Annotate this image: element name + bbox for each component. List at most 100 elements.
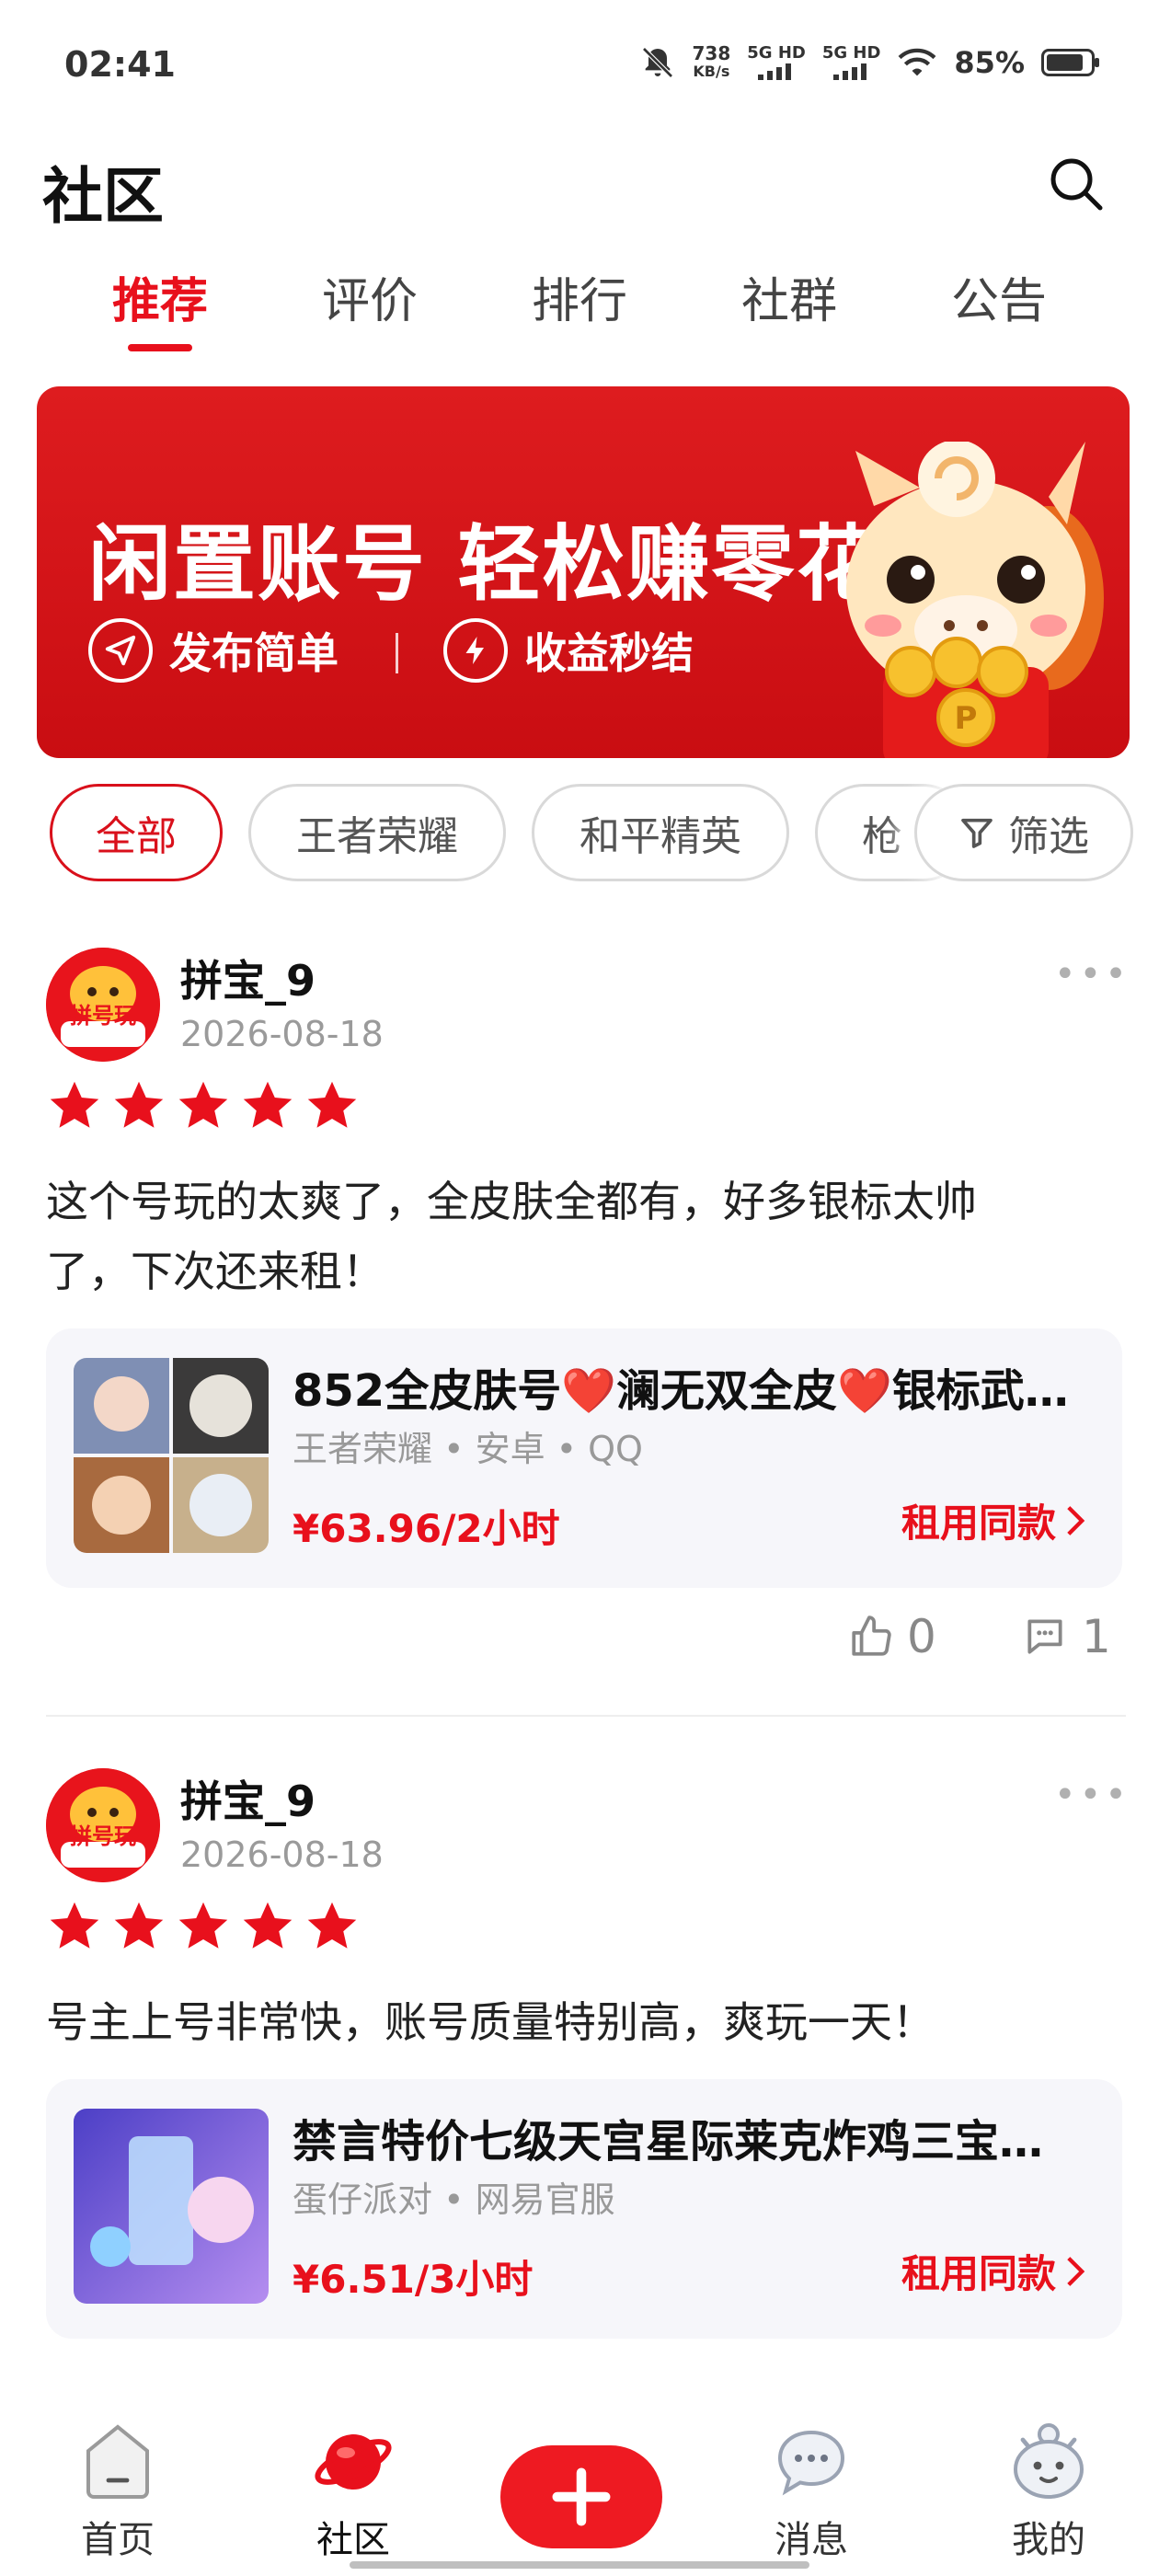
signal-2: 5G HD [821, 43, 881, 80]
star-icon [307, 1081, 357, 1128]
post-text: 号主上号非常快，账号质量特别高，爽玩一天！ [46, 1997, 935, 2047]
chat-bubble-icon [777, 2430, 845, 2496]
product-title: 禁言特价七级天宫星际莱克炸鸡三宝… [293, 2116, 1044, 2168]
product-card[interactable]: 852全皮肤号❤️澜无双全皮❤️银标武… 王者荣耀 • 安卓 • QQ ¥63.… [46, 1328, 1122, 1588]
username[interactable]: 拼宝_9 [180, 1768, 316, 1829]
like-button[interactable]: 0 [848, 1610, 936, 1663]
filter-button[interactable]: 筛选 [914, 784, 1133, 881]
nav-community-label: 社区 [316, 2519, 390, 2561]
post-text: 这个号玩的太爽了，全皮肤全都有，好多银标太帅了，下次还来租！ [46, 1177, 977, 1296]
filter-label: 筛选 [1008, 813, 1089, 860]
signal-1: 5G HD [747, 45, 806, 80]
star-icon [178, 1902, 228, 1949]
wifi-icon [898, 48, 936, 76]
status-indicators: 738 KB/s 5G HD 5G HD 85% [639, 43, 1099, 81]
battery-fill [1047, 54, 1084, 71]
banner-feature-earnings: 收益秒结 [443, 618, 694, 683]
bottom-nav: 首页 社区 消息 我的 [0, 2392, 1159, 2576]
battery-icon [1041, 49, 1099, 76]
chip-all[interactable]: 全部 [50, 784, 223, 881]
network-type-2: 5G HD [821, 43, 881, 63]
product-price: ¥63.96/2小时 [293, 1506, 560, 1551]
battery-percent: 85% [954, 45, 1025, 80]
product-thumbnail [74, 1358, 269, 1553]
banner-separator [396, 633, 398, 673]
comment-count: 1 [1082, 1610, 1111, 1663]
post-date: 2026-08-18 [180, 1014, 384, 1054]
plus-icon [552, 2467, 611, 2526]
tab-groups[interactable]: 社群 [706, 262, 872, 359]
nav-profile[interactable]: 我的 [966, 2421, 1131, 2563]
banner-headline: 闲置账号 轻松赚零花 [88, 516, 881, 613]
filter-icon [961, 818, 993, 848]
signal-bars-icon [832, 63, 866, 80]
lightning-icon [443, 618, 508, 683]
chevron-right-icon [1067, 1505, 1085, 1535]
rent-same-button[interactable]: 租用同款 [901, 1492, 1085, 1548]
mascot-face-icon [1014, 2423, 1084, 2499]
product-card[interactable]: 禁言特价七级天宫星际莱克炸鸡三宝… 蛋仔派对 • 网易官服 ¥6.51/3小时 … [46, 2079, 1122, 2339]
tab-announcements[interactable]: 公告 [916, 262, 1082, 359]
nav-home[interactable]: 首页 [35, 2421, 201, 2563]
comment-icon [1027, 1619, 1062, 1654]
top-tabs: 推荐 评价 排行 社群 公告 [0, 262, 1159, 359]
product-title: 852全皮肤号❤️澜无双全皮❤️银标武… [293, 1365, 1069, 1417]
banner-feature-publish: 发布简单 [88, 618, 339, 683]
search-icon[interactable] [1047, 155, 1106, 213]
product-thumbnail [74, 2109, 269, 2304]
like-count: 0 [907, 1610, 936, 1663]
home-indicator [350, 2561, 809, 2569]
banner-feature-1-label: 发布简单 [169, 628, 339, 678]
promo-banner[interactable]: 闲置账号 轻松赚零花 发布简单 收益秒结 P [37, 386, 1130, 758]
nav-home-label: 首页 [81, 2519, 155, 2561]
chip-peace-elite[interactable]: 和平精英 [532, 784, 789, 881]
mute-bell-icon [641, 47, 673, 78]
star-icon [114, 1081, 164, 1128]
chip-honor-of-kings[interactable]: 王者荣耀 [248, 784, 506, 881]
rating-stars [46, 1899, 361, 1954]
star-icon [114, 1902, 164, 1949]
nav-profile-label: 我的 [1012, 2519, 1085, 2561]
comment-button[interactable]: 1 [1021, 1610, 1111, 1663]
nav-messages-label: 消息 [775, 2519, 848, 2561]
home-icon [86, 2424, 149, 2499]
tab-reviews[interactable]: 评价 [287, 262, 453, 359]
more-options-icon[interactable]: ••• [1054, 1774, 1130, 1816]
speed-value: 738 [692, 42, 731, 64]
username[interactable]: 拼宝_9 [180, 948, 316, 1008]
speed-unit: KB/s [693, 63, 730, 80]
star-icon [50, 1902, 99, 1949]
rent-same-button[interactable]: 租用同款 [901, 2243, 1085, 2299]
signal-bars-icon [758, 63, 792, 80]
more-options-icon[interactable]: ••• [1054, 953, 1130, 995]
star-icon [178, 1081, 228, 1128]
avatar-text: 拼号玩 [70, 1823, 136, 1849]
banner-feature-2-label: 收益秒结 [524, 628, 694, 678]
status-time: 02:41 [64, 44, 176, 85]
chevron-right-icon [1067, 2256, 1085, 2286]
publish-button[interactable] [500, 2445, 662, 2548]
planet-icon [315, 2434, 392, 2490]
rent-same-label: 租用同款 [901, 1501, 1056, 1546]
post-date: 2026-08-18 [180, 1834, 384, 1875]
product-meta: 蛋仔派对 • 网易官服 [293, 2179, 615, 2220]
star-icon [307, 1902, 357, 1949]
paper-plane-icon [88, 618, 153, 683]
network-speed: 738 KB/s [693, 44, 731, 81]
nav-messages[interactable]: 消息 [729, 2421, 894, 2563]
horse-mascot-icon: P [846, 442, 1104, 758]
rent-same-label: 租用同款 [901, 2251, 1056, 2296]
avatar-text: 拼号玩 [70, 1003, 136, 1029]
product-meta: 王者荣耀 • 安卓 • QQ [293, 1429, 643, 1469]
post-divider [46, 1715, 1126, 1717]
network-type-1: 5G HD [747, 43, 806, 63]
star-icon [243, 1902, 293, 1949]
product-price: ¥6.51/3小时 [293, 2257, 534, 2302]
nav-community[interactable]: 社区 [270, 2421, 436, 2563]
page-title: 社区 [42, 161, 164, 232]
tab-ranking[interactable]: 排行 [497, 262, 662, 359]
svg-text:P: P [955, 700, 978, 737]
tab-recommend[interactable]: 推荐 [77, 262, 243, 359]
star-icon [50, 1081, 99, 1128]
rating-stars [46, 1078, 361, 1133]
